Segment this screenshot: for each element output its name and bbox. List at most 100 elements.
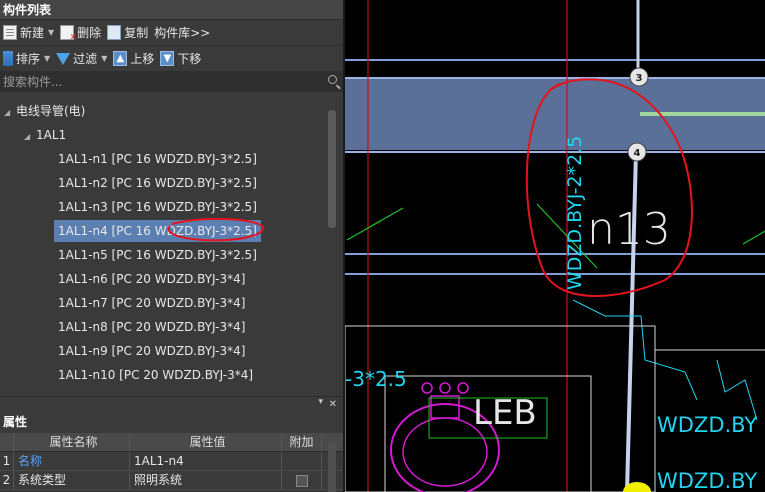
tap-circle [421, 382, 433, 394]
sort-button-label: 排序 [16, 52, 41, 66]
property-name-header: 属性名称 [14, 433, 130, 451]
tree-group-label: 1AL1 [36, 128, 67, 142]
copy-icon [107, 25, 122, 40]
tree-item-label: 1AL1-n1 [PC 16 WDZD.BYJ-3*2.5] [58, 152, 257, 166]
tree-item[interactable]: 1AL1-n6 [PC 20 WDZD.BYJ-3*4] [54, 268, 249, 290]
node-4-label: 4 [634, 148, 641, 159]
tap-body [430, 395, 460, 419]
table-row[interactable]: 2 系统类型 照明系统 [0, 471, 343, 490]
property-name: 系统类型 [14, 471, 130, 489]
tree-item[interactable]: 1AL1-n9 [PC 20 WDZD.BYJ-3*4] [54, 340, 249, 362]
copy-button[interactable]: 复制 [104, 22, 151, 44]
property-value[interactable]: 照明系统 [130, 471, 282, 489]
green-line [742, 230, 765, 245]
cyan-outline [716, 359, 758, 421]
property-extra-cell [282, 452, 322, 470]
app-window: 构件列表 新建 ▼ 删除 复制 构件库>> 排序 ▼ [0, 0, 765, 492]
extra-checkbox[interactable] [295, 474, 308, 487]
row-number-header [0, 433, 14, 451]
property-extra-header: 附加 [282, 433, 322, 451]
properties-table: 属性名称 属性值 附加 1 名称 1AL1-n4 2 系统类型 照明系统 [0, 433, 343, 490]
tree-item[interactable]: 1AL1-n8 [PC 20 WDZD.BYJ-3*4] [54, 316, 249, 338]
property-extra-cell [282, 471, 322, 489]
chevron-down-icon[interactable]: ▼ [101, 54, 107, 63]
chevron-down-icon[interactable]: ▼ [48, 28, 54, 37]
tree-group-node[interactable]: ◢ 1AL1 [24, 124, 66, 146]
properties-scrollbar[interactable] [328, 443, 336, 492]
fixture-label: LEB [473, 393, 537, 433]
tree-item-label: 1AL1-n5 [PC 16 WDZD.BYJ-3*2.5] [58, 248, 257, 262]
sort-icon [3, 51, 13, 66]
arrow-down-icon: ▼ [160, 51, 175, 66]
delete-icon [60, 25, 77, 43]
filter-icon [56, 52, 71, 65]
node-3-label: 3 [636, 73, 643, 84]
cad-drawing-svg: 3 4 WDZD.BYJ-2*2.5 n13 -3*2.5 LEB WDZD.B… [345, 0, 765, 492]
properties-title: 属性 [3, 415, 28, 429]
tree-scrollbar[interactable] [328, 110, 336, 228]
cad-drawing-canvas[interactable]: 3 4 WDZD.BYJ-2*2.5 n13 -3*2.5 LEB WDZD.B… [343, 0, 765, 492]
new-button[interactable]: 新建 ▼ [0, 22, 57, 44]
tree-item[interactable]: 1AL1-n1 [PC 16 WDZD.BYJ-3*2.5] [54, 148, 261, 170]
properties-panel: ▾ ✕ 属性 属性名称 属性值 附加 1 名称 1AL1-n4 2 系统类型 照… [0, 396, 343, 492]
green-line [346, 207, 404, 241]
row-number: 2 [0, 471, 14, 489]
component-library-button[interactable]: 构件库>> [151, 22, 213, 44]
partial-spec-label: -3*2.5 [345, 367, 407, 391]
annotation-stroke [167, 217, 264, 242]
table-row[interactable]: 1 名称 1AL1-n4 [0, 452, 343, 471]
delete-button[interactable]: 删除 [57, 22, 104, 44]
tree-item-label: 1AL1-n8 [PC 20 WDZD.BYJ-3*4] [58, 320, 246, 334]
property-value-header: 属性值 [130, 433, 282, 451]
component-tree: ◢ 电线导管(电) ◢ 1AL1 1AL1-n1 [PC 16 WDZD.BYJ-3… [0, 96, 328, 396]
move-down-label: 下移 [177, 52, 202, 66]
tree-item[interactable]: 1AL1-n2 [PC 16 WDZD.BYJ-3*2.5] [54, 172, 261, 194]
toolbar-primary: 新建 ▼ 删除 复制 构件库>> [0, 20, 343, 46]
move-down-button[interactable]: ▼ 下移 [157, 48, 204, 70]
expand-triangle-icon[interactable]: ◢ [4, 102, 16, 124]
toolbar-secondary: 排序 ▼ 过滤 ▼ ▲ 上移 ▼ 下移 [0, 46, 343, 72]
filter-button[interactable]: 过滤 ▼ [53, 48, 110, 70]
conduit-line [625, 151, 638, 492]
search-icon[interactable] [328, 75, 337, 84]
properties-header-row: 属性名称 属性值 附加 [0, 433, 343, 452]
tree-item-label: 1AL1-n7 [PC 20 WDZD.BYJ-3*4] [58, 296, 246, 310]
tree-item[interactable]: 1AL1-n5 [PC 16 WDZD.BYJ-3*2.5] [54, 244, 261, 266]
circuit-label: n13 [587, 204, 671, 255]
delete-button-label: 删除 [77, 26, 102, 40]
right-spec-label-1: WDZD.BY [657, 413, 757, 437]
chevron-down-icon[interactable]: ▼ [44, 54, 50, 63]
sort-button[interactable]: 排序 ▼ [0, 48, 53, 70]
expand-triangle-icon[interactable]: ◢ [24, 126, 36, 148]
tree-item[interactable]: 1AL1-n7 [PC 20 WDZD.BYJ-3*4] [54, 292, 249, 314]
tap-circle [457, 382, 469, 394]
tree-item-label: 1AL1-n10 [PC 20 WDZD.BYJ-3*4] [58, 368, 254, 382]
component-library-label: 构件库>> [154, 26, 211, 40]
tree-item[interactable]: 1AL1-n10 [PC 20 WDZD.BYJ-3*4] [54, 364, 257, 386]
pin-icon[interactable]: ▾ [318, 397, 323, 407]
search-bar [0, 72, 343, 92]
panel-title: 构件列表 [0, 0, 343, 20]
tree-item[interactable]: 1AL1-n3 [PC 16 WDZD.BYJ-3*2.5] [54, 196, 261, 218]
tree-item-label: 1AL1-n9 [PC 20 WDZD.BYJ-3*4] [58, 344, 246, 358]
search-input[interactable] [0, 72, 343, 92]
tree-item-label: 1AL1-n3 [PC 16 WDZD.BYJ-3*2.5] [58, 200, 257, 214]
tree-root-node[interactable]: ◢ 电线导管(电) [4, 100, 85, 122]
new-document-icon [3, 25, 17, 40]
tree-item-label: 1AL1-n6 [PC 20 WDZD.BYJ-3*4] [58, 272, 246, 286]
property-name: 名称 [14, 452, 130, 470]
new-button-label: 新建 [20, 26, 45, 40]
move-up-label: 上移 [130, 52, 155, 66]
annotation-circle [167, 217, 264, 242]
cable-spec-vertical: WDZD.BYJ-2*2.5 [564, 136, 586, 290]
component-list-panel: 构件列表 新建 ▼ 删除 复制 构件库>> 排序 ▼ [0, 0, 343, 492]
filter-button-label: 过滤 [73, 52, 98, 66]
arrow-up-icon: ▲ [113, 51, 128, 66]
row-number: 1 [0, 452, 14, 470]
move-up-button[interactable]: ▲ 上移 [110, 48, 157, 70]
close-icon[interactable]: ✕ [329, 399, 337, 410]
property-value[interactable]: 1AL1-n4 [130, 452, 282, 470]
tap-circle [439, 382, 451, 394]
copy-button-label: 复制 [124, 26, 149, 40]
tree-item-label: 1AL1-n2 [PC 16 WDZD.BYJ-3*2.5] [58, 176, 257, 190]
